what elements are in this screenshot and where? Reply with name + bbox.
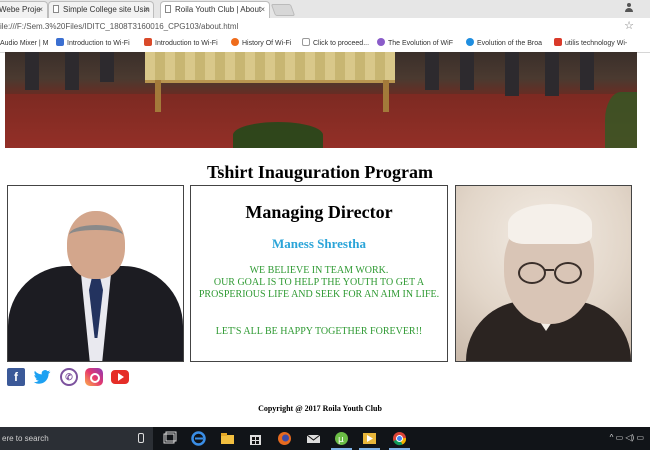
bookmark-favicon-icon (144, 38, 152, 46)
address-bar[interactable]: ile:///F:/Sem.3%20Files/IDITC_1808T31600… (0, 18, 650, 37)
youtube-icon[interactable] (111, 370, 129, 384)
microphone-icon[interactable] (138, 433, 144, 443)
twitter-icon[interactable] (33, 368, 51, 386)
chrome-icon[interactable] (389, 431, 410, 450)
bookmarks-bar: Audio Mixer | M Introduction to Wi-Fi In… (0, 36, 650, 53)
keyboard-icon[interactable]: ▭ (636, 433, 644, 442)
bookmark-favicon-icon (466, 38, 474, 46)
task-view-icon[interactable] (162, 431, 177, 446)
bookmark-item[interactable]: The Evolution of WiF (377, 38, 453, 49)
speaker-icon[interactable]: ◁) (625, 433, 634, 442)
director-closing: LET'S ALL BE HAPPY TOGETHER FOREVER!! (215, 326, 423, 337)
page-title: Tshirt Inauguration Program (206, 162, 434, 182)
director-quote: WE BELIEVE IN TEAM WORK. OUR GOAL IS TO … (198, 265, 440, 300)
document-icon (53, 5, 59, 13)
bookmark-favicon-icon (56, 38, 64, 46)
instagram-icon[interactable] (85, 368, 103, 386)
bookmark-star-icon[interactable]: ☆ (624, 20, 634, 32)
tab-label: Simple College site Usin (63, 5, 150, 14)
close-tab-icon[interactable]: × (144, 2, 149, 18)
founder-portrait (455, 185, 632, 362)
director-portrait (7, 185, 184, 362)
director-heading: Managing Director (245, 202, 393, 222)
close-tab-icon[interactable]: × (260, 2, 265, 18)
file-explorer-icon[interactable] (220, 431, 235, 446)
event-banner-image (5, 52, 637, 148)
firefox-icon[interactable] (277, 431, 292, 446)
bookmark-favicon-icon (554, 38, 562, 46)
address-url[interactable]: ile:///F:/Sem.3%20Files/IDITC_1808T31600… (0, 21, 238, 33)
battery-icon[interactable]: ▭ (616, 433, 624, 442)
bookmark-item[interactable]: History Of Wi-Fi (231, 38, 291, 49)
bookmark-item[interactable]: Introduction to Wi-Fi (144, 38, 218, 49)
edge-icon[interactable] (191, 431, 206, 446)
tab-label: Roila Youth Club | About (175, 5, 262, 14)
media-player-icon[interactable] (359, 431, 380, 450)
tab-label: Webe Proje (0, 5, 41, 14)
browser-tab-3[interactable]: Roila Youth Club | About × (160, 1, 270, 18)
bookmark-favicon-icon (377, 38, 385, 46)
bookmark-favicon-icon (231, 38, 239, 46)
tray-up-arrow-icon[interactable]: ^ (610, 433, 614, 442)
bookmark-item[interactable]: Introduction to Wi-Fi (56, 38, 130, 49)
director-info-panel: Managing Director Maness Shrestha WE BEL… (190, 185, 448, 362)
copyright-text: Copyright @ 2017 Roila Youth Club (258, 404, 382, 413)
bookmark-item[interactable]: Click to proceed... (302, 38, 369, 49)
utorrent-icon[interactable]: µ (331, 431, 352, 450)
browser-tab-1[interactable]: Webe Proje × (0, 1, 48, 18)
new-tab-button[interactable] (270, 4, 296, 16)
browser-tab-strip: Webe Proje × Simple College site Usin × … (0, 0, 650, 18)
bookmark-item[interactable]: Audio Mixer | M (0, 38, 49, 49)
director-name: Maness Shrestha (271, 236, 367, 251)
search-placeholder: ere to search (2, 434, 49, 443)
mail-icon[interactable] (306, 431, 321, 446)
store-icon[interactable] (248, 431, 263, 446)
close-tab-icon[interactable]: × (38, 2, 43, 18)
bookmark-item[interactable]: utilis technology Wi- (554, 38, 627, 49)
facebook-icon[interactable]: f (7, 368, 25, 386)
bookmark-item[interactable]: Evolution of the Broa (466, 38, 542, 49)
windows-taskbar: ere to search µ ^ ▭ ◁) ▭ (0, 427, 650, 450)
document-icon (165, 5, 171, 13)
taskbar-search-box[interactable]: ere to search (0, 427, 153, 450)
bookmark-favicon-icon (302, 38, 310, 46)
system-tray[interactable]: ^ ▭ ◁) ▭ (610, 432, 644, 444)
svg-text:µ: µ (338, 435, 344, 445)
browser-tab-2[interactable]: Simple College site Usin × (48, 1, 154, 18)
profile-icon[interactable] (624, 3, 634, 14)
viber-icon[interactable]: ✆ (60, 368, 78, 386)
